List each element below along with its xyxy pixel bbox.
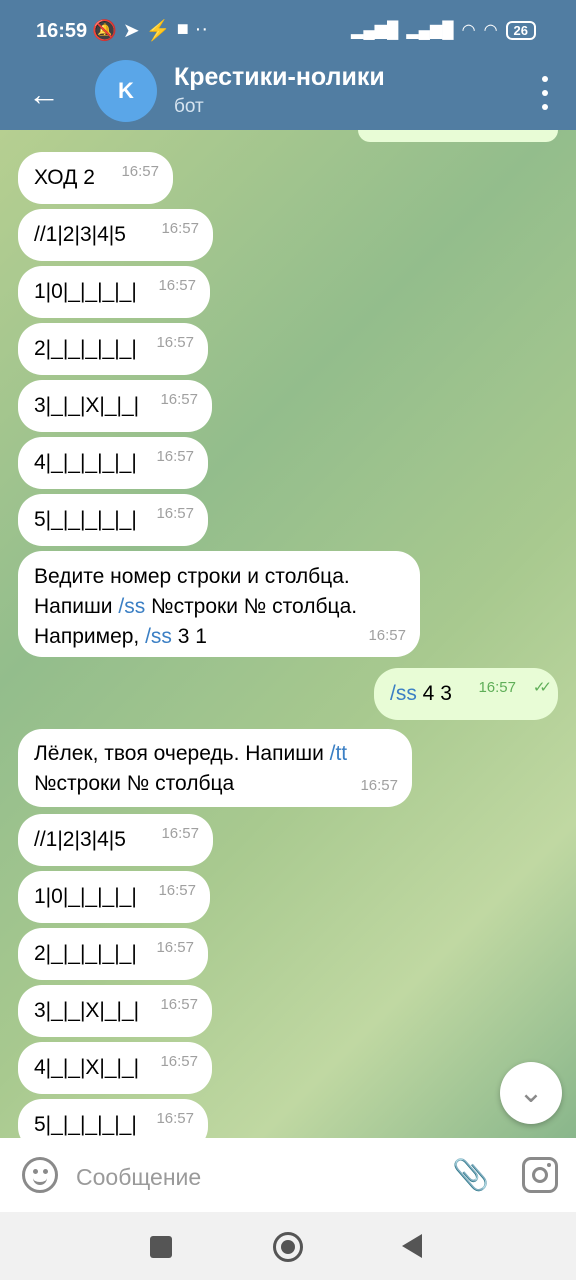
command-link[interactable]: /ss [145, 625, 172, 648]
message-text: 3|_|_|X|_|_| [34, 999, 140, 1022]
camera-icon[interactable] [522, 1157, 558, 1193]
message-text: 4|_|_|X|_|_| [34, 1056, 140, 1079]
mute-icon: 🔕 [92, 20, 117, 42]
attach-icon[interactable]: 📎 [452, 1156, 489, 1196]
message-bubble[interactable]: 3|_|_|X|_|_| 16:57 [18, 380, 212, 432]
message-time: 16:57 [156, 505, 194, 522]
message-text-line: Например, /ss 3 1 [34, 625, 207, 648]
message-text-line: №строки № столбца [34, 772, 235, 795]
chat-header: ← K Крестики-нолики бот [0, 60, 576, 130]
status-right-icons: ▂▄▆█ ▂▄▆█ ◠ ◠ 26 [351, 20, 536, 40]
message-time: 16:57 [156, 334, 194, 351]
message-text: 5|_|_|_|_|_| [34, 1113, 137, 1136]
message-bubble[interactable]: ХОД 2 16:57 [18, 152, 173, 204]
status-bar: 16:59 🔕 ➤ ⚡ ■ ·· ▂▄▆█ ▂▄▆█ ◠ ◠ 26 [0, 0, 576, 62]
message-text: ХОД 2 [34, 166, 95, 189]
message-time: 16:57 [121, 163, 159, 180]
signal-icon-2: ▂▄▆█ [406, 22, 454, 39]
back-button[interactable] [402, 1234, 422, 1258]
message-bubble[interactable]: 3|_|_|X|_|_| 16:57 [18, 985, 212, 1037]
battery-icon: 26 [505, 20, 536, 40]
wifi-icon: ◠ [461, 22, 476, 39]
message-time: 16:57 [156, 448, 194, 465]
message-bubble[interactable]: //1|2|3|4|5 16:57 [18, 209, 213, 261]
message-bubble[interactable]: 2|_|_|_|_|_| 16:57 [18, 928, 208, 980]
message-time: 16:57 [478, 679, 516, 696]
square-icon: ■ [176, 18, 189, 40]
message-text: 5|_|_|_|_|_| [34, 508, 137, 531]
message-bubble[interactable]: 5|_|_|_|_|_| 16:57 [18, 494, 208, 546]
message-bubble[interactable]: 2|_|_|_|_|_| 16:57 [18, 323, 208, 375]
message-text-line: Напиши /ss №строки № столбца. [34, 595, 358, 618]
message-bubble[interactable]: 4|_|_|X|_|_| 16:57 [18, 1042, 212, 1094]
more-menu-icon[interactable] [538, 76, 552, 110]
message-bubble[interactable]: 1|0|_|_|_|_| 16:57 [18, 266, 210, 318]
message-time: 16:57 [161, 220, 199, 237]
message-bubble-partial [358, 130, 558, 142]
message-time: 16:57 [158, 277, 196, 294]
message-time: 16:57 [160, 996, 198, 1013]
command-link[interactable]: /tt [330, 742, 348, 765]
message-text-line: Лёлек, твоя очередь. Напиши /tt [34, 742, 348, 765]
status-time: 16:59 [36, 20, 88, 42]
message-list[interactable]: ХОД 2 16:57 //1|2|3|4|5 16:57 1|0|_|_|_|… [0, 130, 576, 1138]
system-nav-bar [0, 1212, 576, 1280]
command-link[interactable]: /ss [118, 595, 145, 618]
message-time: 16:57 [158, 882, 196, 899]
emoji-icon[interactable] [22, 1157, 58, 1193]
signal-icon: ▂▄▆█ [351, 22, 399, 39]
wifi-icon-2: ◠ [483, 22, 498, 39]
status-left-icons: 🔕 ➤ ⚡ ■ ·· [92, 18, 208, 43]
message-text: 1|0|_|_|_|_| [34, 885, 137, 908]
message-input-bar: 📎 [0, 1138, 576, 1212]
outgoing-message-bubble[interactable]: /ss 4 3 16:57 ✓✓ [374, 668, 558, 720]
message-bubble[interactable]: 1|0|_|_|_|_| 16:57 [18, 871, 210, 923]
message-time: 16:57 [156, 1110, 194, 1127]
recents-button[interactable] [150, 1236, 172, 1258]
message-text: 4 3 [416, 682, 452, 705]
message-time: 16:57 [161, 825, 199, 842]
message-bubble[interactable]: Ведите номер строки и столбца. Напиши /s… [18, 551, 420, 657]
app-icon: ⚡ [145, 20, 171, 42]
message-text-line: Ведите номер строки и столбца. [34, 565, 350, 588]
message-bubble[interactable]: 5|_|_|_|_|_| 16:57 [18, 1099, 208, 1138]
message-text: 4|_|_|_|_|_| [34, 451, 137, 474]
message-text: 2|_|_|_|_|_| [34, 942, 137, 965]
message-text: 2|_|_|_|_|_| [34, 337, 137, 360]
message-input[interactable] [74, 1156, 438, 1198]
message-time: 16:57 [160, 391, 198, 408]
message-text: 3|_|_|X|_|_| [34, 394, 140, 417]
message-text: //1|2|3|4|5 [34, 828, 126, 851]
chevron-down-icon: ⌄ [518, 1076, 544, 1109]
home-button[interactable] [273, 1232, 303, 1262]
avatar[interactable]: K [95, 60, 157, 122]
message-time: 16:57 [156, 939, 194, 956]
chat-subtitle: бот [174, 96, 204, 117]
message-text: //1|2|3|4|5 [34, 223, 126, 246]
command-link[interactable]: /ss [390, 682, 417, 705]
message-time: 16:57 [360, 777, 398, 794]
message-time: 16:57 [160, 1053, 198, 1070]
dots-icon: ·· [194, 18, 208, 40]
message-bubble[interactable]: //1|2|3|4|5 16:57 [18, 814, 213, 866]
message-bubble[interactable]: 4|_|_|_|_|_| 16:57 [18, 437, 208, 489]
chat-title[interactable]: Крестики-нолики [174, 63, 385, 92]
message-time: 16:57 [368, 627, 406, 644]
message-text: 1|0|_|_|_|_| [34, 280, 137, 303]
read-checks-icon: ✓✓ [532, 679, 552, 696]
back-arrow-icon[interactable]: ← [24, 74, 64, 114]
scroll-down-button[interactable]: ⌄ [500, 1062, 562, 1124]
message-bubble[interactable]: Лёлек, твоя очередь. Напиши /tt №строки … [18, 729, 412, 807]
telegram-icon: ➤ [122, 20, 140, 42]
